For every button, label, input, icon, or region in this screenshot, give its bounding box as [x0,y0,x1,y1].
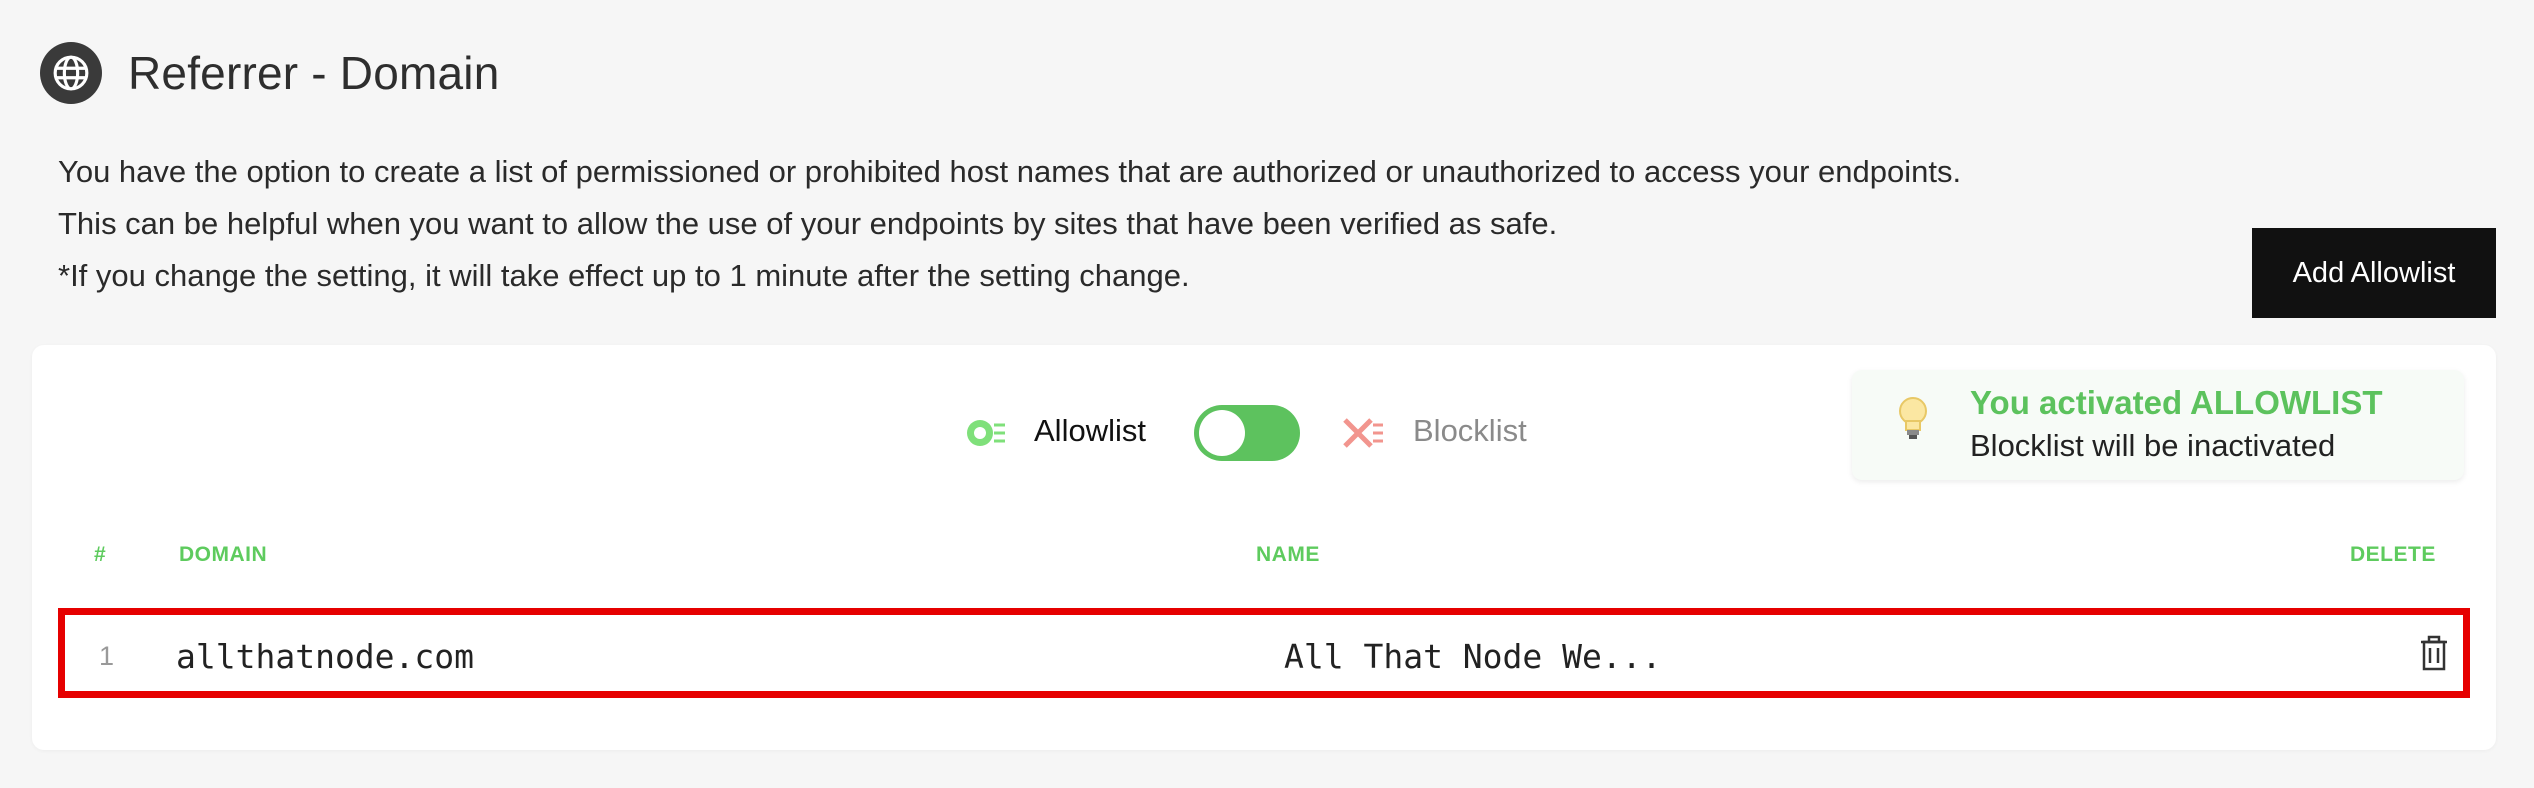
blocklist-icon [1342,417,1384,454]
page-header: Referrer - Domain [40,42,500,104]
description: You have the option to create a list of … [58,146,1961,302]
list-mode-switch[interactable] [1194,405,1300,461]
domain-list-card: Allowlist Blocklist You activated ALLOWL… [32,345,2496,750]
trash-icon[interactable] [2419,635,2449,676]
notice-title: You activated ALLOWLIST [1970,384,2383,421]
description-line-2: This can be helpful when you want to all… [58,206,1558,241]
add-allowlist-button[interactable]: Add Allowlist [2252,228,2496,318]
blocklist-label[interactable]: Blocklist [1413,413,1527,449]
notice-subtitle: Blocklist will be inactivated [1970,428,2336,463]
column-header-delete: DELETE [2350,543,2436,566]
description-line-3: *If you change the setting, it will take… [58,258,1190,293]
lightbulb-icon [1896,395,1930,448]
description-line-1: You have the option to create a list of … [58,154,1962,189]
row-number: 1 [99,641,115,671]
row-domain: allthatnode.com [176,637,475,676]
column-header-name: NAME [1256,543,1320,566]
allowlist-label[interactable]: Allowlist [1034,413,1146,449]
globe-icon [40,42,102,104]
allowlist-icon [964,417,1006,454]
column-header-domain: DOMAIN [179,543,268,566]
row-name: All That Node We... [1284,637,1662,676]
activation-notice: You activated ALLOWLIST Blocklist will b… [1852,370,2464,480]
column-header-number: # [94,543,107,566]
switch-knob [1199,410,1245,456]
table-row: 1 allthatnode.com All That Node We... [58,608,2470,698]
page-title: Referrer - Domain [128,47,500,99]
